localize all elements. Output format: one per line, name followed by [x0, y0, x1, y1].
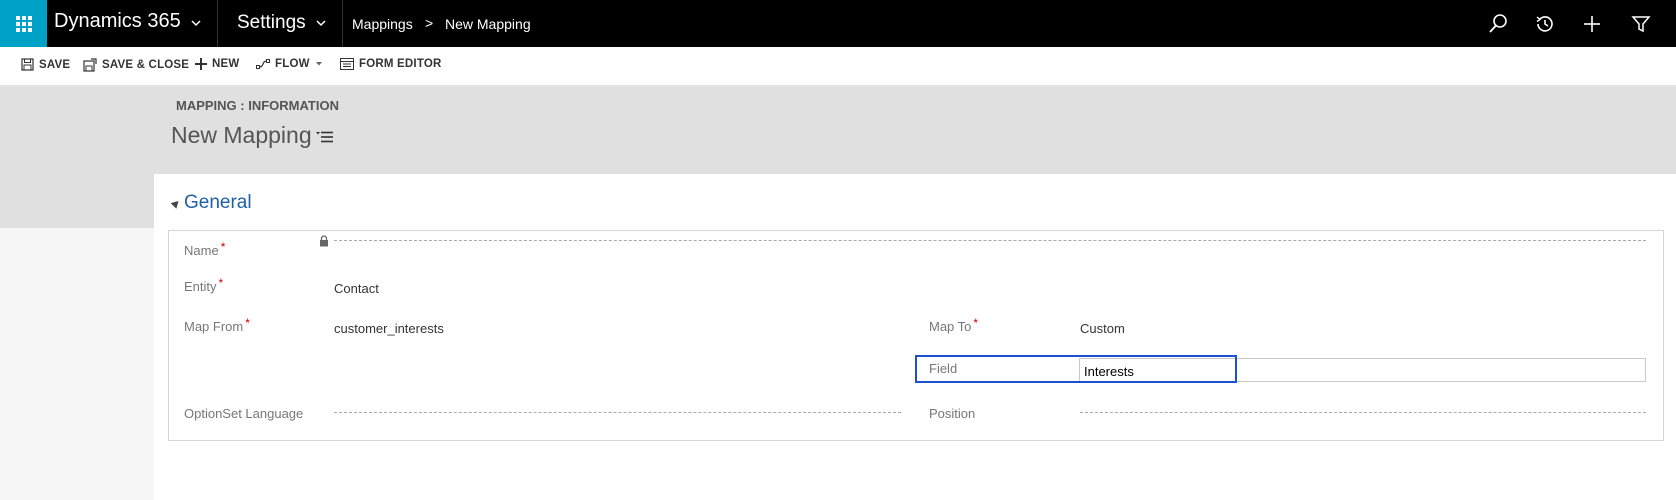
left-gutter-lower	[0, 228, 154, 500]
field-label: Field	[929, 361, 958, 376]
top-navigation-bar: Dynamics 365 Settings Mappings > New Map…	[0, 0, 1676, 47]
chevron-down-icon[interactable]	[315, 17, 327, 29]
plus-icon	[195, 58, 207, 70]
entity-form-label: MAPPING : INFORMATION	[176, 98, 339, 113]
flow-button[interactable]: FLOW	[256, 58, 323, 70]
add-icon[interactable]	[1581, 13, 1603, 35]
map-from-value[interactable]: customer_interests	[334, 321, 444, 336]
divider	[342, 0, 343, 47]
breadcrumb-new-mapping: New Mapping	[445, 16, 531, 32]
lock-icon	[320, 235, 328, 247]
map-from-label: Map From *	[184, 316, 250, 334]
map-to-value[interactable]: Custom	[1080, 321, 1125, 336]
save-icon	[21, 58, 34, 71]
new-button[interactable]: NEW	[195, 58, 239, 70]
flow-icon	[256, 59, 270, 69]
waffle-icon	[15, 15, 32, 32]
save-close-icon	[83, 58, 97, 72]
area-title[interactable]: Settings	[237, 12, 306, 34]
flow-label: FLOW	[275, 58, 310, 70]
caret-down-icon	[315, 62, 322, 66]
app-launcher-button[interactable]	[0, 0, 47, 47]
breadcrumb-separator: >	[425, 15, 434, 31]
section-title-general[interactable]: General	[184, 192, 252, 214]
optionset-language-label: OptionSet Language	[184, 406, 304, 421]
optionset-language-input[interactable]	[334, 412, 901, 413]
form-selector-icon[interactable]	[316, 131, 334, 143]
name-label: Name *	[184, 240, 226, 258]
entity-value[interactable]: Contact	[334, 281, 379, 296]
chevron-down-icon[interactable]	[190, 17, 202, 29]
filter-icon[interactable]	[1630, 13, 1652, 35]
form-editor-button[interactable]: FORM EDITOR	[340, 58, 442, 70]
recent-icon[interactable]	[1534, 13, 1556, 35]
save-and-close-button[interactable]: SAVE & CLOSE	[83, 58, 189, 72]
command-bar: SAVE SAVE & CLOSE NEW FLOW FORM EDITOR	[0, 47, 1676, 86]
new-label: NEW	[212, 58, 240, 70]
entity-label: Entity *	[184, 276, 224, 294]
search-icon[interactable]	[1487, 13, 1509, 35]
field-highlight	[915, 355, 1237, 383]
left-gutter	[0, 174, 154, 228]
breadcrumb-mappings[interactable]: Mappings	[352, 16, 413, 32]
form-editor-icon	[340, 58, 354, 70]
save-label: SAVE	[39, 58, 71, 71]
save-close-label: SAVE & CLOSE	[102, 59, 190, 71]
form-editor-label: FORM EDITOR	[359, 58, 442, 70]
save-button[interactable]: SAVE	[21, 58, 70, 71]
position-label: Position	[929, 406, 976, 421]
divider	[217, 0, 218, 47]
position-input[interactable]	[1080, 412, 1646, 413]
record-title: New Mapping	[171, 122, 312, 148]
app-title[interactable]: Dynamics 365	[54, 10, 181, 33]
map-to-label: Map To *	[929, 316, 979, 334]
name-input[interactable]	[334, 240, 1646, 241]
